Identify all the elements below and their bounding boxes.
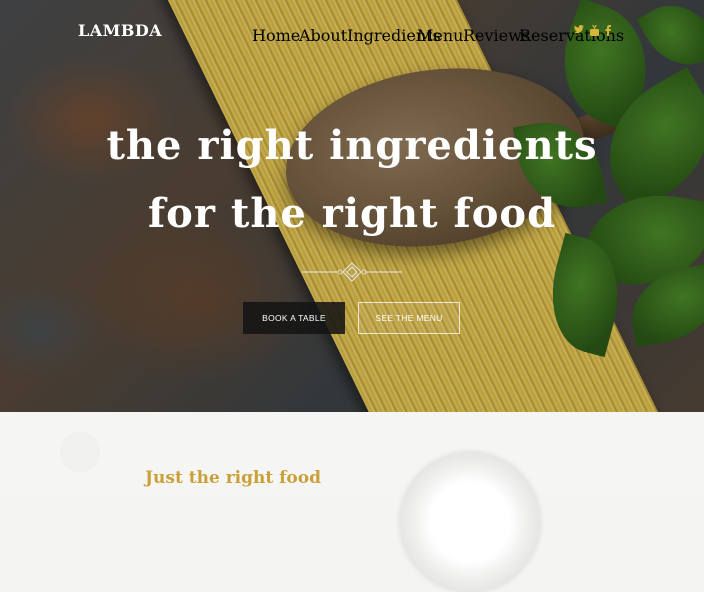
ornament-divider-icon xyxy=(302,262,402,282)
book-table-button[interactable]: BOOK A TABLE xyxy=(243,302,345,334)
nav-item-reservations[interactable]: Reservations xyxy=(519,26,704,45)
plate-image xyxy=(400,452,540,592)
intro-section: Just the right food xyxy=(0,412,704,592)
hero-section: LAMBDA Home About Ingredients Menu Revie… xyxy=(0,0,704,412)
see-menu-button[interactable]: SEE THE MENU xyxy=(358,302,460,334)
facebook-icon[interactable] xyxy=(605,25,611,39)
youtube-icon[interactable] xyxy=(590,25,599,39)
hero-headline-line1: the right ingredients xyxy=(106,122,598,169)
hero-headline-line2: for the right food xyxy=(147,190,557,237)
section-title: Just the right food xyxy=(145,468,322,488)
logo[interactable]: LAMBDA xyxy=(78,21,162,40)
twitter-icon[interactable] xyxy=(574,25,584,37)
